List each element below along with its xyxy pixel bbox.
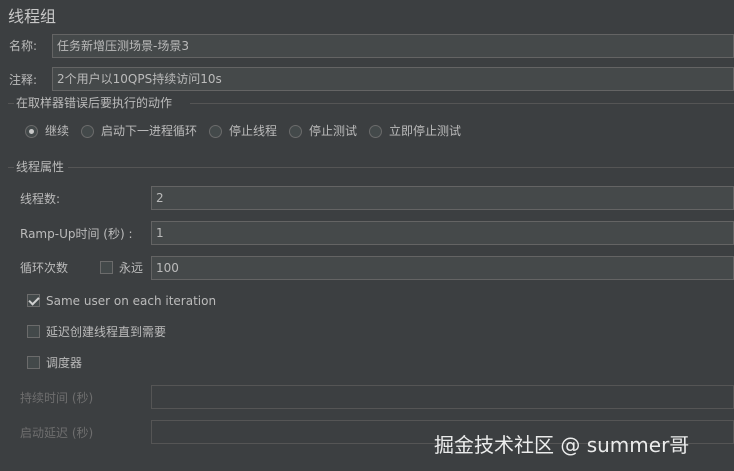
checkbox-checked-icon[interactable] bbox=[27, 294, 40, 307]
group-border-left bbox=[8, 103, 14, 104]
radio-icon[interactable] bbox=[369, 125, 382, 138]
name-field[interactable]: 任务新增压测场景-场景3 bbox=[52, 34, 734, 58]
group-border-right bbox=[68, 167, 734, 168]
checkbox-icon[interactable] bbox=[100, 261, 113, 274]
checkbox-icon[interactable] bbox=[27, 356, 40, 369]
radio-label: 启动下一进程循环 bbox=[101, 124, 198, 138]
scheduler-label: 调度器 bbox=[46, 356, 83, 370]
radio-icon-selected[interactable] bbox=[25, 125, 38, 138]
radio-label: 继续 bbox=[45, 124, 70, 138]
error-action-title: 在取样器错误后要执行的动作 bbox=[16, 96, 173, 110]
radio-icon[interactable] bbox=[289, 125, 302, 138]
name-label: 名称: bbox=[9, 39, 38, 53]
ramp-up-field[interactable]: 1 bbox=[151, 221, 734, 245]
comment-field[interactable]: 2个用户以10QPS持续访问10s bbox=[52, 67, 734, 91]
duration-field[interactable] bbox=[151, 385, 734, 409]
comment-label: 注释: bbox=[9, 73, 38, 87]
group-border-left bbox=[8, 167, 14, 168]
group-border-right bbox=[190, 103, 734, 104]
radio-icon[interactable] bbox=[81, 125, 94, 138]
thread-props-title: 线程属性 bbox=[16, 160, 65, 174]
forever-label: 永远 bbox=[119, 261, 144, 275]
same-user-label: Same user on each iteration bbox=[46, 294, 217, 308]
num-threads-label: 线程数: bbox=[20, 192, 61, 206]
delay-create-label: 延迟创建线程直到需要 bbox=[46, 325, 167, 339]
startup-delay-label: 启动延迟 (秒) bbox=[20, 426, 94, 440]
radio-label: 停止线程 bbox=[229, 124, 278, 138]
num-threads-field[interactable]: 2 bbox=[151, 186, 734, 210]
radio-icon[interactable] bbox=[209, 125, 222, 138]
ramp-up-label: Ramp-Up时间 (秒) : bbox=[20, 227, 133, 241]
duration-label: 持续时间 (秒) bbox=[20, 391, 94, 405]
checkbox-icon[interactable] bbox=[27, 325, 40, 338]
page-title: 线程组 bbox=[8, 7, 57, 26]
radio-label: 立即停止测试 bbox=[389, 124, 462, 138]
radio-label: 停止测试 bbox=[309, 124, 358, 138]
loop-count-label: 循环次数 bbox=[20, 261, 69, 275]
watermark: 掘金技术社区 @ summer哥 bbox=[434, 433, 690, 457]
loop-count-field[interactable]: 100 bbox=[151, 256, 734, 280]
